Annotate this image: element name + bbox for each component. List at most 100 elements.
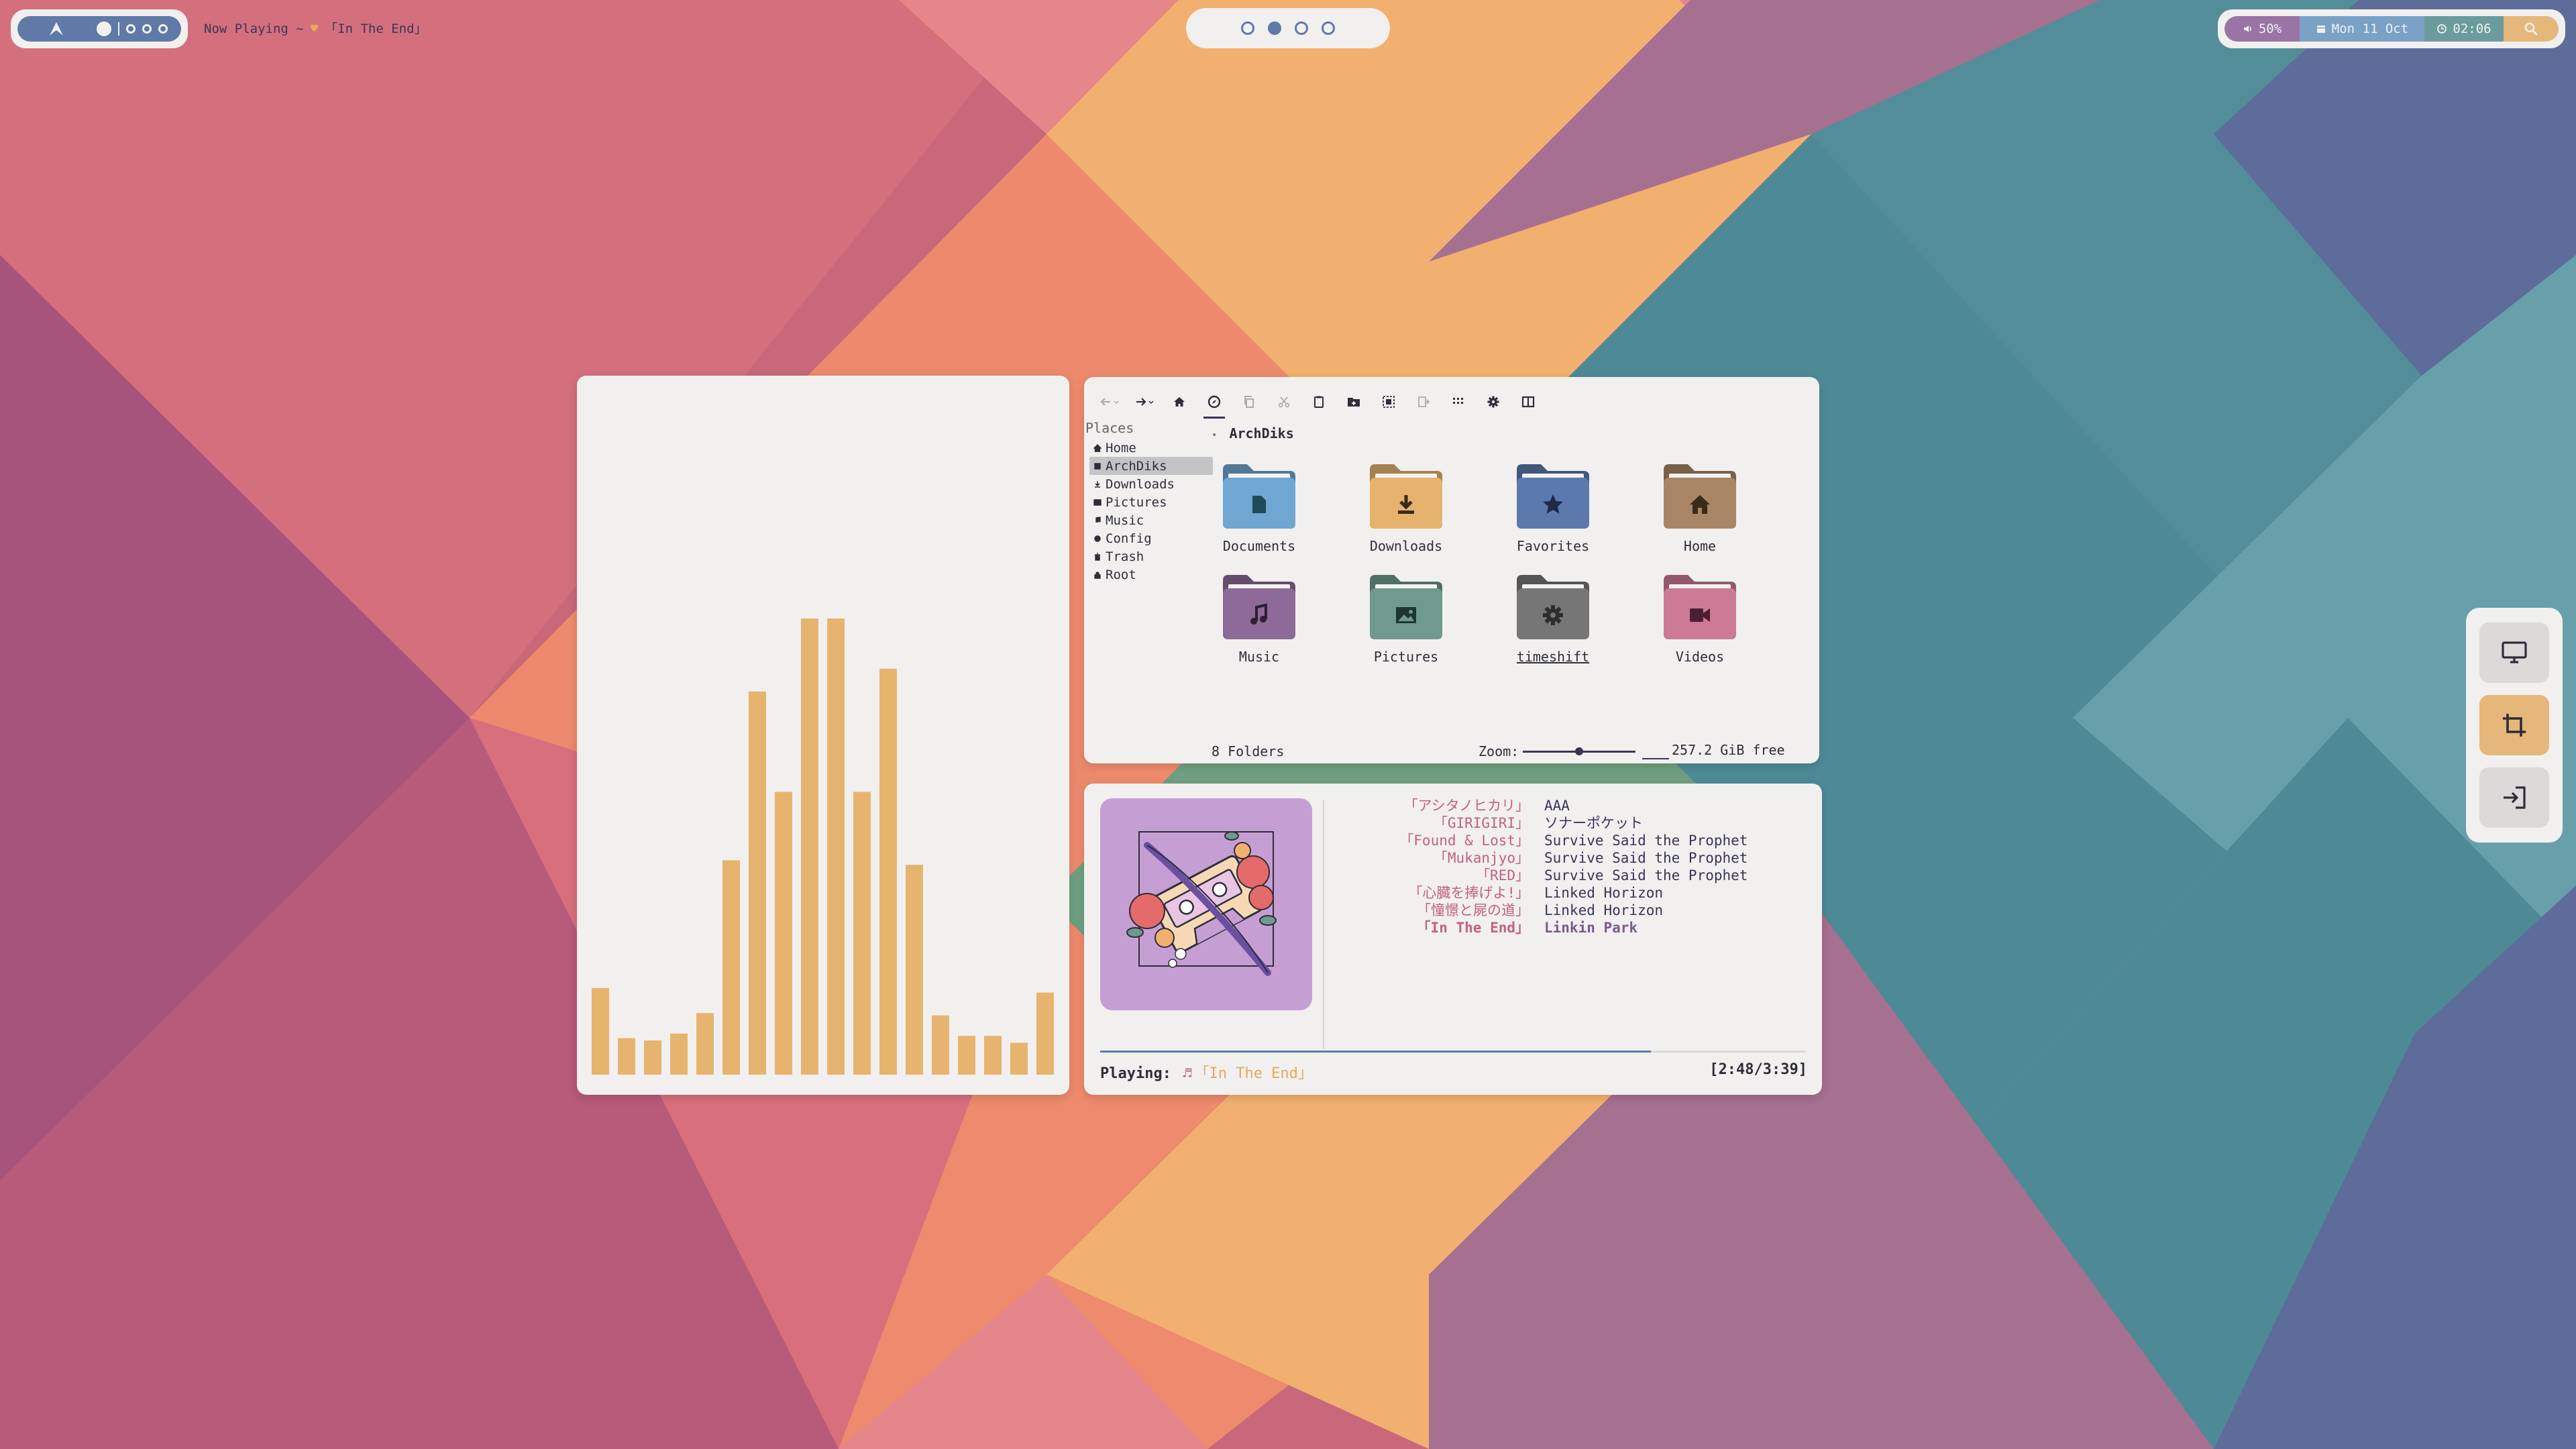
track-title: 「GIRIGIRI」 <box>1433 815 1529 831</box>
track-artist: ソナーポケット <box>1544 815 1643 831</box>
sidebar-item-label: Music <box>1106 513 1144 528</box>
paste-button[interactable] <box>1301 385 1336 419</box>
folder-label: Pictures <box>1373 649 1439 665</box>
folder-pictures[interactable]: Pictures <box>1349 571 1463 665</box>
track-title: 「Mukanjyo」 <box>1433 850 1529 866</box>
breadcrumb[interactable]: • ArchDiks <box>1212 425 1294 441</box>
folder-downloads[interactable]: Downloads <box>1349 460 1463 554</box>
divider <box>118 22 119 36</box>
playlist-row[interactable]: 「GIRIGIRI」 ソナーポケット <box>1339 814 1809 832</box>
track-title: 「憧憬と屍の道」 <box>1417 902 1529 918</box>
sidebar-item-home[interactable]: Home <box>1089 439 1213 457</box>
cassette-illustration <box>1126 831 1277 976</box>
folder-label: Documents <box>1222 538 1296 554</box>
visualizer-bar <box>853 792 871 1075</box>
arrow-left-icon <box>1100 398 1119 406</box>
window-capture-button[interactable] <box>2479 767 2549 828</box>
folder-documents[interactable]: Documents <box>1202 460 1316 554</box>
sidebar-item-pictures[interactable]: Pictures <box>1089 493 1213 511</box>
back-button[interactable] <box>1092 385 1127 419</box>
zoom-slider[interactable] <box>1523 747 1636 755</box>
disk-icon[interactable] <box>97 21 111 36</box>
folder-videos[interactable]: Videos <box>1643 571 1757 665</box>
folder-icon <box>1664 464 1736 529</box>
copy-button[interactable] <box>1232 385 1267 419</box>
playlist-row[interactable]: 「アシタノヒカリ」 AAA <box>1339 797 1809 814</box>
ring-icon[interactable] <box>158 24 168 34</box>
ring-icon[interactable] <box>142 24 152 34</box>
visualizer-window[interactable] <box>577 376 1069 1095</box>
folder-favorites[interactable]: Favorites <box>1496 460 1610 554</box>
scissors-icon <box>1278 396 1290 408</box>
now-playing-widget[interactable]: Now Playing ~ ♥ 「In The End」 <box>204 19 427 37</box>
clock-icon <box>2437 24 2447 34</box>
sidebar-item-config[interactable]: Config <box>1089 529 1213 547</box>
ring-icon[interactable] <box>126 24 136 34</box>
visualizer-bar <box>906 865 923 1075</box>
clipboard-icon <box>1314 396 1324 408</box>
launcher-inner <box>17 16 181 42</box>
folder-home[interactable]: Home <box>1643 460 1757 554</box>
sidebar-item-music[interactable]: Music <box>1089 511 1213 529</box>
gear-icon <box>1543 605 1563 625</box>
home-button[interactable] <box>1162 385 1197 419</box>
download-icon <box>1095 480 1100 488</box>
workspace-switcher <box>1186 8 1390 48</box>
playlist-row[interactable]: 「In The End」 Linkin Park <box>1339 919 1809 936</box>
playback-progress-fill <box>1100 1051 1651 1053</box>
track-title: 「In The End」 <box>1416 920 1529 936</box>
volume-widget[interactable]: 50% <box>2224 16 2300 42</box>
folder-label: Videos <box>1675 649 1725 665</box>
sidebar-item-root[interactable]: Root <box>1089 566 1213 584</box>
compass-button[interactable] <box>1197 385 1232 419</box>
music-player-window[interactable]: 「アシタノヒカリ」 AAA 「GIRIGIRI」 ソナーポケット 「Found & Lo… <box>1084 784 1822 1095</box>
sidebar-item-label: ArchDiks <box>1106 458 1167 474</box>
track-artist: AAA <box>1544 798 1570 814</box>
playlist-row[interactable]: 「RED」 Survive Said the Prophet <box>1339 867 1809 884</box>
playlist-row[interactable]: 「Found & Lost」 Survive Said the Prophet <box>1339 832 1809 849</box>
gear-icon <box>1487 396 1499 408</box>
sidebar-item-archdiks[interactable]: ArchDiks <box>1089 457 1213 475</box>
forward-button[interactable] <box>1127 385 1162 419</box>
workspace-1[interactable] <box>1241 21 1254 35</box>
cut-button[interactable] <box>1267 385 1301 419</box>
playback-progress-bar[interactable] <box>1100 1051 1806 1053</box>
folder-music[interactable]: Music <box>1202 571 1316 665</box>
screen-capture-button[interactable] <box>2479 623 2549 683</box>
workspace-2[interactable] <box>1268 21 1281 35</box>
file-manager-window[interactable]: Places Home ArchDiks Downloads Pictures Musi… <box>1084 377 1819 763</box>
folder-count: 8 Folders <box>1212 743 1285 759</box>
sidebar-item-downloads[interactable]: Downloads <box>1089 475 1213 493</box>
playlist-row[interactable]: 「憧憬と屍の道」 Linked Horizon <box>1339 902 1809 919</box>
folder-timeshift[interactable]: timeshift <box>1496 571 1610 665</box>
date-widget[interactable]: Mon 11 Oct <box>2300 16 2424 42</box>
sidebar-item-trash[interactable]: Trash <box>1089 547 1213 566</box>
zoom-control[interactable]: Zoom: <box>1479 743 1670 759</box>
search-button[interactable] <box>2504 16 2559 42</box>
zoom-slider-thumb[interactable] <box>1575 747 1584 755</box>
settings-button[interactable] <box>1476 385 1511 419</box>
new-folder-button[interactable] <box>1336 385 1371 419</box>
clock-widget[interactable]: 02:06 <box>2424 16 2504 42</box>
workspace-3[interactable] <box>1295 21 1308 35</box>
crop-icon <box>2503 714 2526 737</box>
visualizer-bar <box>827 619 845 1075</box>
horizontal-scrollbar[interactable] <box>1642 758 1670 759</box>
visualizer-bar <box>984 1036 1002 1075</box>
speaker-icon <box>2243 25 2251 32</box>
arch-logo-button[interactable] <box>24 16 89 42</box>
visualizer-bar <box>722 860 740 1075</box>
track-artist: Linked Horizon <box>1544 902 1664 918</box>
visualizer-bar <box>801 619 818 1075</box>
folder-icon <box>1664 575 1736 639</box>
rename-button[interactable] <box>1406 385 1441 419</box>
area-capture-button[interactable] <box>2479 695 2549 755</box>
sidebar-item-label: Config <box>1106 531 1152 546</box>
select-all-button[interactable] <box>1371 385 1406 419</box>
folder-icon <box>1370 575 1442 639</box>
grid-view-button[interactable] <box>1441 385 1476 419</box>
playlist-row[interactable]: 「Mukanjyo」 Survive Said the Prophet <box>1339 849 1809 867</box>
workspace-4[interactable] <box>1322 21 1335 35</box>
playlist-row[interactable]: 「心臓を捧げよ!」 Linked Horizon <box>1339 884 1809 902</box>
split-view-button[interactable] <box>1511 385 1546 419</box>
